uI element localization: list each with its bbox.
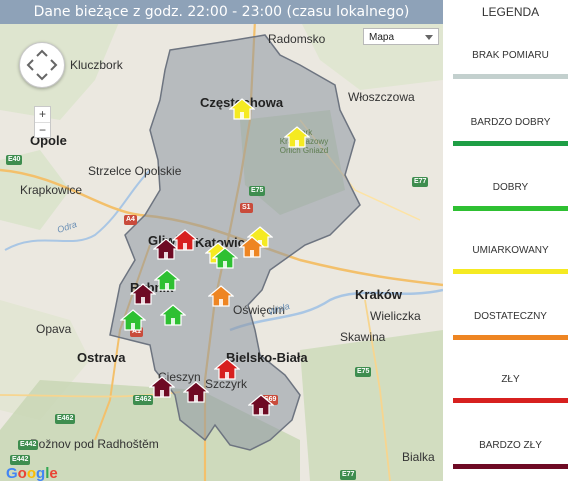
- road-shield: A4: [124, 215, 137, 225]
- legend-label: ZŁY: [501, 374, 520, 385]
- place-label: Ostrava: [77, 350, 126, 365]
- place-label: Opava: [36, 322, 72, 336]
- pan-arrows-icon: [26, 49, 58, 81]
- station-marker-dostateczny-icon[interactable]: [208, 285, 234, 307]
- road-shield: E40: [6, 155, 23, 165]
- road-shield: E77: [340, 470, 357, 480]
- zoom-in-button[interactable]: +: [35, 107, 50, 122]
- legend-color-swatch: [453, 141, 568, 146]
- legend-color-swatch: [453, 74, 568, 79]
- station-marker-umiarkowany-icon[interactable]: [229, 98, 255, 120]
- place-label: Krapkowice: [20, 183, 83, 197]
- legend-item-brak: BRAK POMIARU: [453, 50, 568, 79]
- google-logo-letter: e: [49, 465, 58, 481]
- legend-label: UMIARKOWANY: [472, 245, 549, 256]
- place-label: Strzelce Opolskie: [88, 164, 182, 178]
- legend-title: LEGENDA: [481, 5, 540, 19]
- place-label: Rožnov pod Radhoštěm: [30, 437, 159, 451]
- place-label: Skawina: [340, 330, 386, 344]
- place-label: Wieliczka: [370, 309, 421, 323]
- road-shield: E462: [55, 414, 76, 424]
- place-label: Włoszczowa: [348, 90, 415, 104]
- place-label: Radomsko: [268, 32, 326, 46]
- station-marker-bardzo-zly-icon[interactable]: [130, 283, 156, 305]
- legend-color-swatch: [453, 206, 568, 211]
- legend-item-bardzo-dobry: BARDZO DOBRY: [453, 117, 568, 146]
- data-timestamp-header: Dane bieżące z godz. 22:00 - 23:00 (czas…: [0, 0, 443, 24]
- road-shield: E77: [412, 177, 429, 187]
- legend-panel: LEGENDA BRAK POMIARU BARDZO DOBRY DOBRY UMI…: [443, 0, 578, 481]
- zoom-control: + −: [34, 106, 51, 138]
- map-type-value: Mapa: [369, 32, 395, 43]
- road-shield: E442: [18, 440, 39, 450]
- place-label: Bialka: [402, 450, 435, 464]
- legend-item-bardzo-zly: BARDZO ZŁY: [453, 440, 568, 469]
- station-marker-dobry-icon[interactable]: [212, 247, 238, 269]
- station-marker-bardzo-zly-icon[interactable]: [248, 394, 274, 416]
- road-shield: S1: [240, 203, 253, 213]
- place-label: Kluczbork: [70, 58, 123, 72]
- station-marker-bardzo-zly-icon[interactable]: [149, 376, 175, 398]
- google-logo-letter: G: [6, 465, 18, 481]
- legend-item-dobry: DOBRY: [453, 182, 568, 211]
- station-marker-zly-icon[interactable]: [214, 358, 240, 380]
- legend-color-swatch: [453, 335, 568, 340]
- legend-color-swatch: [453, 398, 568, 403]
- legend-color-swatch: [453, 464, 568, 469]
- road-shield: E442: [10, 455, 31, 465]
- google-logo-letter: o: [17, 465, 27, 481]
- google-logo-letter: g: [36, 465, 46, 481]
- pan-control[interactable]: [19, 42, 65, 88]
- station-marker-umiarkowany-icon[interactable]: [284, 126, 310, 148]
- station-marker-dobry-icon[interactable]: [160, 304, 186, 326]
- chevron-down-icon: [425, 35, 433, 40]
- google-logo: Google: [6, 465, 58, 481]
- legend-label: DOSTATECZNY: [474, 311, 547, 322]
- legend-item-umiarkowany: UMIARKOWANY: [453, 245, 568, 274]
- legend-color-swatch: [453, 269, 568, 274]
- legend-label: BRAK POMIARU: [472, 50, 549, 61]
- legend-label: BARDZO ZŁY: [479, 440, 542, 451]
- google-logo-letter: o: [26, 465, 37, 481]
- station-marker-dobry-icon[interactable]: [154, 269, 180, 291]
- legend-label: BARDZO DOBRY: [470, 117, 551, 128]
- map-type-dropdown[interactable]: Mapa: [363, 28, 439, 45]
- place-label: Kraków: [355, 287, 402, 302]
- station-marker-zly-icon[interactable]: [172, 229, 198, 251]
- road-shield: E75: [355, 367, 372, 377]
- legend-item-dostateczny: DOSTATECZNY: [453, 311, 568, 340]
- station-marker-dobry-icon[interactable]: [120, 309, 146, 331]
- road-shield: E75: [249, 186, 266, 196]
- station-marker-bardzo-zly-icon[interactable]: [183, 381, 209, 403]
- legend-label: DOBRY: [492, 182, 529, 193]
- legend-item-zly: ZŁY: [453, 374, 568, 403]
- map-panel[interactable]: Dane bieżące z godz. 22:00 - 23:00 (czas…: [0, 0, 443, 481]
- zoom-out-button[interactable]: −: [35, 122, 50, 138]
- station-marker-dostateczny-icon[interactable]: [239, 236, 265, 258]
